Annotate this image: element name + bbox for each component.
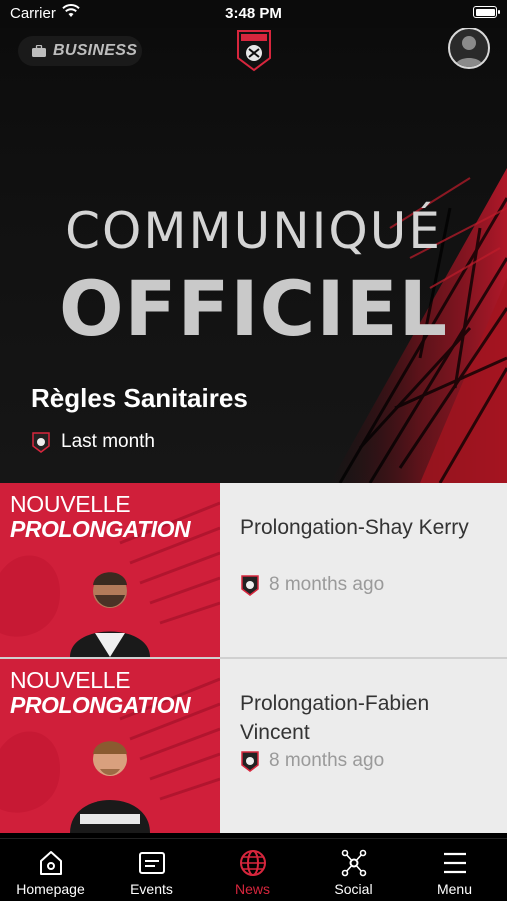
source-logo-icon — [241, 575, 259, 596]
home-icon — [40, 851, 62, 875]
tab-label: Menu — [436, 881, 473, 897]
network-icon — [341, 849, 367, 877]
status-bar: Carrier 3:48 PM — [0, 0, 507, 28]
calendar-icon — [139, 852, 165, 874]
featured-article-meta: Last month — [31, 431, 155, 453]
battery-icon — [473, 6, 500, 18]
news-item-time: 8 months ago — [269, 750, 385, 771]
user-silhouette-icon — [455, 36, 483, 67]
tab-events[interactable]: Events — [101, 839, 202, 901]
tab-news[interactable]: News — [202, 839, 303, 901]
hero-banner-title-line1: COMMUNIQUÉ — [65, 202, 442, 260]
tab-social[interactable]: Social — [303, 839, 404, 901]
news-list-item[interactable]: NOUVELLE PROLONGATION Prolongation-Shay … — [0, 483, 507, 659]
tab-label: News — [234, 881, 270, 897]
tab-homepage[interactable]: Homepage — [0, 839, 101, 901]
tab-label: Events — [130, 881, 173, 897]
thumbnail-caption-line1: NOUVELLE — [10, 491, 131, 517]
bottom-tab-bar: Homepage Events News Social Menu — [0, 838, 507, 901]
status-time: 3:48 PM — [225, 5, 282, 22]
news-thumbnail: NOUVELLE PROLONGATION — [0, 483, 220, 657]
news-thumbnail: NOUVELLE PROLONGATION — [0, 659, 220, 833]
thumbnail-caption-line1: NOUVELLE — [10, 667, 131, 693]
tab-label: Social — [334, 881, 373, 897]
business-switch-button[interactable]: BUSINESS — [18, 36, 142, 66]
news-list-item[interactable]: NOUVELLE PROLONGATION Prolongation-Fabie… — [0, 659, 507, 833]
briefcase-icon — [32, 45, 46, 57]
tab-label: Homepage — [16, 881, 85, 897]
source-logo-icon — [241, 751, 259, 772]
news-item-meta: 8 months ago — [240, 750, 384, 772]
featured-article-time: Last month — [61, 431, 155, 452]
featured-article-title[interactable]: Règles Sanitaires — [31, 383, 248, 414]
thumbnail-caption-line2: PROLONGATION — [10, 692, 191, 718]
news-item-time: 8 months ago — [269, 574, 385, 595]
tab-menu[interactable]: Menu — [404, 839, 505, 901]
news-item-meta: 8 months ago — [240, 574, 384, 596]
business-label: BUSINESS — [53, 42, 138, 59]
featured-article[interactable]: BUSINESS COMMUNIQUÉ OFFICIEL Règles Sani… — [0, 28, 507, 483]
club-logo[interactable] — [235, 28, 273, 72]
globe-icon — [240, 850, 266, 876]
news-item-title[interactable]: Prolongation-Shay Kerry — [240, 513, 490, 542]
source-logo-icon — [32, 432, 50, 453]
news-item-title[interactable]: Prolongation-Fabien Vincent — [240, 689, 490, 747]
menu-icon — [444, 852, 466, 874]
profile-avatar-button[interactable] — [448, 28, 490, 69]
thumbnail-caption-line2: PROLONGATION — [10, 516, 191, 542]
hero-banner-title-line2: OFFICIEL — [58, 264, 449, 353]
